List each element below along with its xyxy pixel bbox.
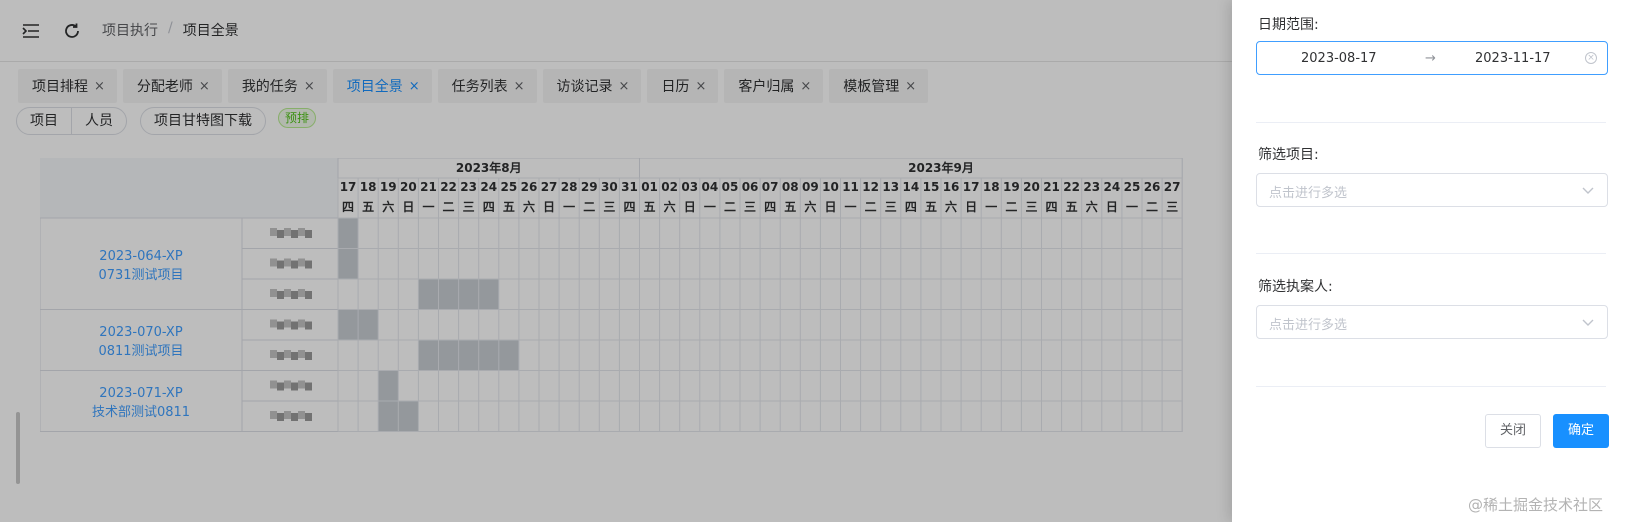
project-placeholder: 点击进行多选 xyxy=(1269,186,1348,201)
divider xyxy=(1256,122,1606,123)
project-filter-label: 筛选项目: xyxy=(1258,147,1319,163)
clear-circle-icon[interactable]: × xyxy=(1585,52,1597,64)
date-start-value[interactable]: 2023-08-17 xyxy=(1301,51,1377,66)
confirm-button[interactable]: 确定 xyxy=(1553,414,1609,448)
scrollbar-thumb[interactable] xyxy=(16,412,20,484)
date-range-label: 日期范围: xyxy=(1258,17,1319,33)
arrow-right-icon: → xyxy=(1425,50,1436,66)
filter-drawer: 日期范围: 2023-08-17 → 2023-11-17 × 筛选项目: 点击… xyxy=(1232,0,1635,522)
divider xyxy=(1256,386,1606,387)
chevron-down-icon xyxy=(1582,319,1594,326)
executor-placeholder: 点击进行多选 xyxy=(1269,318,1348,333)
chevron-down-icon xyxy=(1582,187,1594,194)
app-root: 项目执行 / 项目全景 项目排程 × 分配老师 × 我的任务 × 项目全景 × 任务列表 × 访谈记… xyxy=(0,0,1635,522)
drawer-overlay-mask[interactable] xyxy=(0,0,1232,522)
date-range-picker[interactable]: 2023-08-17 → 2023-11-17 × xyxy=(1256,41,1608,75)
executor-filter-label: 筛选执案人: xyxy=(1258,279,1333,295)
divider xyxy=(1256,253,1606,254)
project-multiselect[interactable]: 点击进行多选 xyxy=(1256,173,1608,207)
executor-multiselect[interactable]: 点击进行多选 xyxy=(1256,305,1608,339)
date-end-value[interactable]: 2023-11-17 xyxy=(1475,51,1551,66)
close-button[interactable]: 关闭 xyxy=(1485,414,1541,448)
watermark: @稀土掘金技术社区 xyxy=(1468,496,1604,514)
